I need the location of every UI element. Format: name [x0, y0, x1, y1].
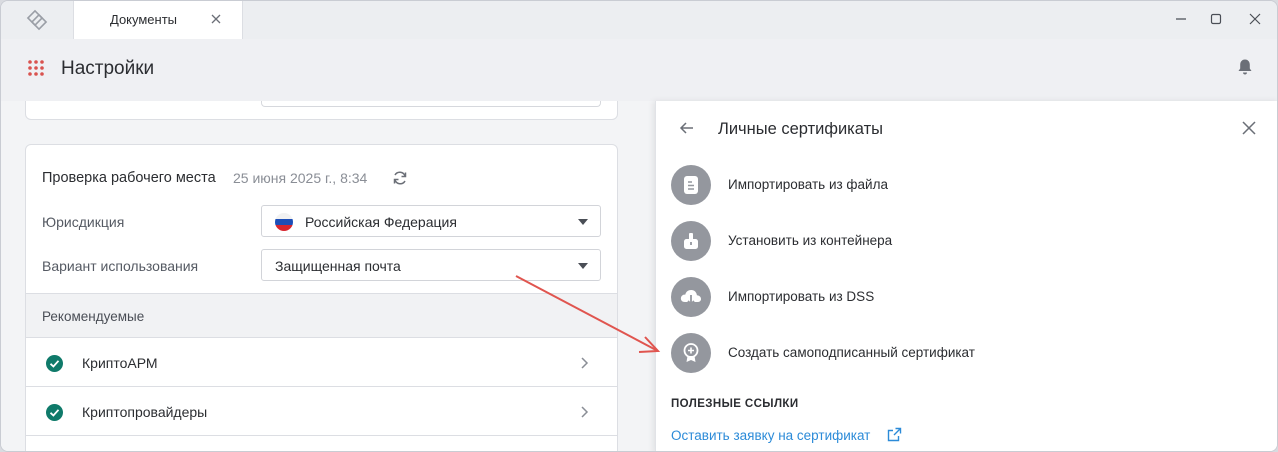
apps-grid-icon[interactable]	[27, 59, 45, 77]
create-self-signed-action[interactable]: Создать самоподписанный сертификат	[671, 331, 1231, 375]
page-header: Настройки	[1, 39, 1277, 101]
recommended-section-header: Рекомендуемые	[26, 293, 617, 338]
usage-value: Защищенная почта	[275, 258, 401, 274]
import-from-file-action[interactable]: Импортировать из файла	[671, 163, 1231, 207]
certificate-icon	[671, 333, 711, 373]
check-circle-icon	[46, 355, 63, 372]
recommended-header-label: Рекомендуемые	[42, 309, 145, 324]
usage-select[interactable]: Защищенная почта	[261, 249, 601, 281]
jurisdiction-label: Юрисдикция	[42, 214, 125, 230]
workplace-check-card: Проверка рабочего места 25 июня 2025 г.,…	[25, 144, 618, 451]
app-logo-icon[interactable]	[1, 1, 73, 39]
personal-certificates-panel: Личные сертификаты Импортировать из файл…	[655, 101, 1277, 451]
cloud-download-icon	[671, 277, 711, 317]
previous-card	[25, 101, 618, 120]
external-link-icon[interactable]	[887, 427, 902, 442]
file-icon	[671, 165, 711, 205]
token-icon	[671, 221, 711, 261]
jurisdiction-value: Российская Федерация	[305, 214, 457, 230]
panel-title: Личные сертификаты	[718, 120, 883, 138]
jurisdiction-select[interactable]: Российская Федерация	[261, 205, 601, 237]
bell-icon[interactable]	[1235, 57, 1255, 77]
refresh-icon[interactable]	[390, 168, 410, 188]
tab-label: Документы	[110, 12, 178, 27]
close-icon[interactable]	[1241, 120, 1257, 136]
minimize-button[interactable]	[1167, 7, 1195, 31]
caret-down-icon	[578, 263, 588, 269]
list-item-label: Криптопровайдеры	[82, 404, 208, 420]
tab-documents[interactable]: Документы	[73, 1, 243, 39]
tab-bar: Документы	[1, 1, 1277, 39]
import-from-dss-action[interactable]: Импортировать из DSS	[671, 275, 1231, 319]
app-window: Документы Настройки Проверка рабочего ме…	[0, 0, 1278, 452]
close-window-button[interactable]	[1241, 7, 1269, 31]
workplace-check-title: Проверка рабочего места	[42, 170, 216, 186]
useful-links-header: ПОЛЕЗНЫЕ ССЫЛКИ	[671, 398, 799, 410]
tab-close-icon[interactable]	[206, 9, 226, 29]
usage-label: Вариант использования	[42, 258, 199, 274]
action-label: Импортировать из DSS	[728, 289, 875, 304]
chevron-right-icon	[581, 406, 589, 418]
check-circle-icon	[46, 404, 63, 421]
previous-input[interactable]	[261, 101, 601, 107]
back-arrow-icon[interactable]	[678, 119, 696, 137]
page-title: Настройки	[61, 58, 155, 79]
caret-down-icon	[578, 219, 588, 225]
maximize-button[interactable]	[1202, 7, 1230, 31]
request-certificate-link[interactable]: Оставить заявку на сертификат	[671, 428, 870, 443]
russia-flag-icon	[275, 213, 293, 231]
list-item-cryptoproviders[interactable]: Криптопровайдеры	[26, 388, 617, 436]
chevron-right-icon	[581, 357, 589, 369]
action-label: Создать самоподписанный сертификат	[728, 345, 975, 360]
install-from-container-action[interactable]: Установить из контейнера	[671, 219, 1231, 263]
list-item-label: КриптоАРМ	[82, 355, 158, 371]
action-label: Импортировать из файла	[728, 177, 888, 192]
action-label: Установить из контейнера	[728, 233, 893, 248]
list-item-cryptoarm[interactable]: КриптоАРМ	[26, 339, 617, 387]
workplace-check-date: 25 июня 2025 г., 8:34	[233, 170, 368, 186]
